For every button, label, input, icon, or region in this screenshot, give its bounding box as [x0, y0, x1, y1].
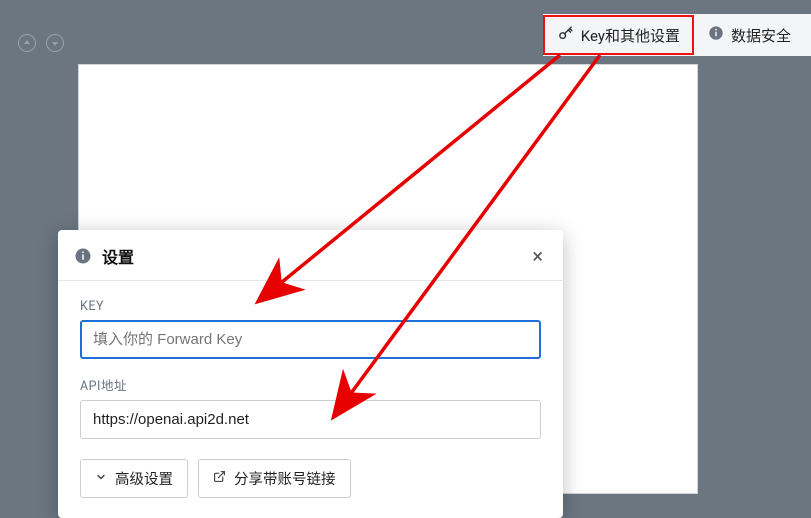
key-settings-label: Key和其他设置 — [581, 25, 680, 46]
chevron-down-icon — [95, 471, 107, 487]
modal-header: 设置 × — [58, 230, 563, 281]
key-settings-button[interactable]: Key和其他设置 — [543, 15, 694, 55]
key-icon — [557, 25, 574, 46]
data-security-button[interactable]: 数据安全 — [694, 14, 805, 56]
api-address-input[interactable] — [80, 400, 541, 439]
advanced-settings-button[interactable]: 高级设置 — [80, 459, 188, 498]
arrow-up-icon[interactable] — [18, 34, 36, 52]
arrow-down-icon[interactable] — [46, 34, 64, 52]
data-security-label: 数据安全 — [731, 25, 791, 46]
external-link-icon — [213, 470, 226, 487]
settings-modal: 设置 × KEY API地址 高级设置 分享带账号链接 — [58, 230, 563, 518]
key-input[interactable] — [80, 320, 541, 359]
nav-arrow-group — [18, 34, 64, 52]
share-link-button[interactable]: 分享带账号链接 — [198, 459, 351, 498]
top-toolbar: Key和其他设置 数据安全 — [543, 14, 811, 56]
info-icon — [74, 247, 92, 265]
info-icon — [708, 25, 724, 45]
close-icon[interactable]: × — [528, 244, 547, 268]
advanced-settings-label: 高级设置 — [115, 468, 173, 489]
modal-title: 设置 — [102, 244, 528, 268]
api-field-label: API地址 — [80, 375, 541, 394]
key-field-label: KEY — [80, 299, 541, 314]
modal-body: KEY API地址 高级设置 分享带账号链接 — [58, 281, 563, 518]
share-link-label: 分享带账号链接 — [234, 468, 336, 489]
